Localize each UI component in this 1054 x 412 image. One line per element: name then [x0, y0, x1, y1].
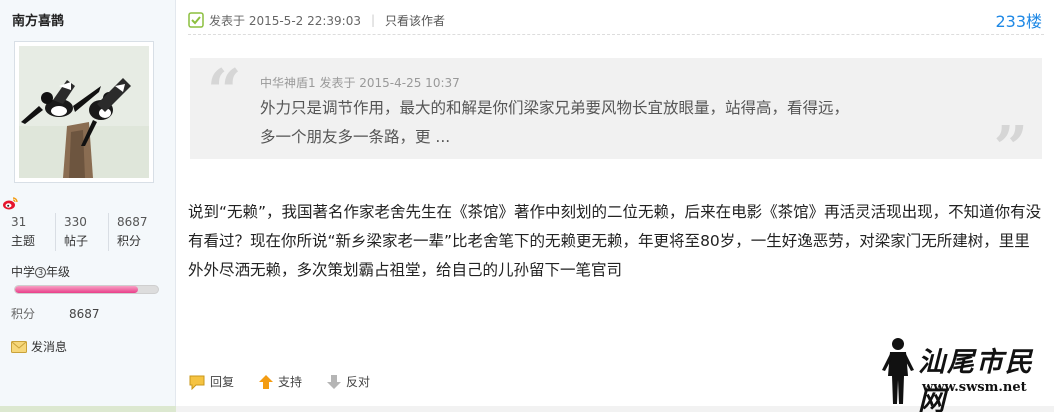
- envelope-icon: [11, 341, 27, 353]
- level-suffix: 年级: [46, 265, 71, 279]
- avatar-image: [19, 46, 149, 178]
- close-quote-icon: ”: [993, 114, 1028, 184]
- support-button[interactable]: 支持: [258, 373, 302, 390]
- stat-credits-value: 8687: [117, 215, 148, 229]
- stat-topics[interactable]: 31 主题: [11, 213, 55, 251]
- watermark-url: www.swsm.net: [922, 380, 1027, 395]
- username[interactable]: 南方喜鹊: [12, 10, 64, 29]
- quote-line-1: 外力只是调节作用，最大的和解是你们梁家兄弟要风物长宜放眼量，站得高，看得远，: [260, 99, 850, 117]
- points-value: 8687: [69, 307, 100, 321]
- stat-credits[interactable]: 8687 积分: [108, 213, 161, 251]
- stat-posts-label: 帖子: [64, 234, 89, 248]
- weibo-icon[interactable]: [2, 195, 18, 211]
- user-stats: 31 主题 330 帖子 8687 积分: [11, 213, 161, 251]
- quote-text: 外力只是调节作用，最大的和解是你们梁家兄弟要风物长宜放眼量，站得高，看得远， 多…: [260, 94, 980, 152]
- post-actions: 回复 支持 反对: [188, 373, 394, 390]
- quote-meta: 中华神盾1 发表于 2015-4-25 10:37: [260, 76, 460, 90]
- support-label: 支持: [278, 375, 303, 389]
- watermark-title: 汕尾市民网: [918, 347, 1034, 412]
- reply-button[interactable]: 回复: [188, 373, 234, 390]
- oppose-button[interactable]: 反对: [326, 373, 370, 390]
- send-message-label: 发消息: [31, 340, 68, 354]
- floor-number[interactable]: 233楼: [995, 8, 1042, 32]
- reply-label: 回复: [210, 375, 235, 389]
- send-message-button[interactable]: 发消息: [11, 338, 67, 355]
- level-progress-fill: [15, 286, 138, 293]
- watermark-figure-icon: [882, 338, 914, 404]
- only-author-link[interactable]: 只看该作者: [385, 12, 445, 29]
- avatar[interactable]: [14, 41, 154, 183]
- post-timestamp: 发表于 2015-5-2 22:39:03: [209, 13, 361, 28]
- level-prefix: 中学: [11, 265, 36, 279]
- header-divider: |: [371, 13, 376, 27]
- post-status-icon: [188, 12, 204, 28]
- user-points: 积分 8687: [11, 305, 100, 322]
- quote-line-2: 多一个朋友多一条路，更 ...: [260, 128, 451, 146]
- user-level: 中学 3 年级: [11, 263, 70, 280]
- open-quote-icon: “: [207, 57, 242, 127]
- stat-topics-label: 主题: [11, 234, 36, 248]
- points-label: 积分: [11, 307, 36, 321]
- stat-posts[interactable]: 330 帖子: [55, 213, 108, 251]
- oppose-label: 反对: [346, 375, 371, 389]
- site-watermark: 汕尾市民网 www.swsm.net: [878, 336, 1046, 412]
- stat-topics-value: 31: [11, 215, 27, 229]
- post-body: 说到“无赖”，我国著名作家老舍先生在《茶馆》著作中刻划的二位无赖，后来在电影《茶…: [188, 203, 1042, 279]
- user-sidebar: 南方喜鹊 31 主题 330 帖子 8687 积分 中学 3 年级 积分 868…: [0, 0, 176, 412]
- stat-credits-label: 积分: [117, 234, 142, 248]
- thumbs-down-arrow-icon: [327, 374, 342, 389]
- level-progress-bar: [14, 285, 159, 294]
- sidebar-bottom-bar: [0, 406, 176, 412]
- reply-icon: [189, 375, 205, 390]
- quote-block: “ ” 中华神盾1 发表于 2015-4-25 10:37 外力只是调节作用，最…: [190, 57, 1042, 179]
- post-header: 发表于 2015-5-2 22:39:03 | 只看该作者 233楼: [188, 8, 1042, 32]
- header-divider-line: [188, 34, 1044, 35]
- level-number: 3: [35, 267, 47, 278]
- thumbs-up-arrow-icon: [259, 374, 274, 389]
- stat-posts-value: 330: [64, 215, 87, 229]
